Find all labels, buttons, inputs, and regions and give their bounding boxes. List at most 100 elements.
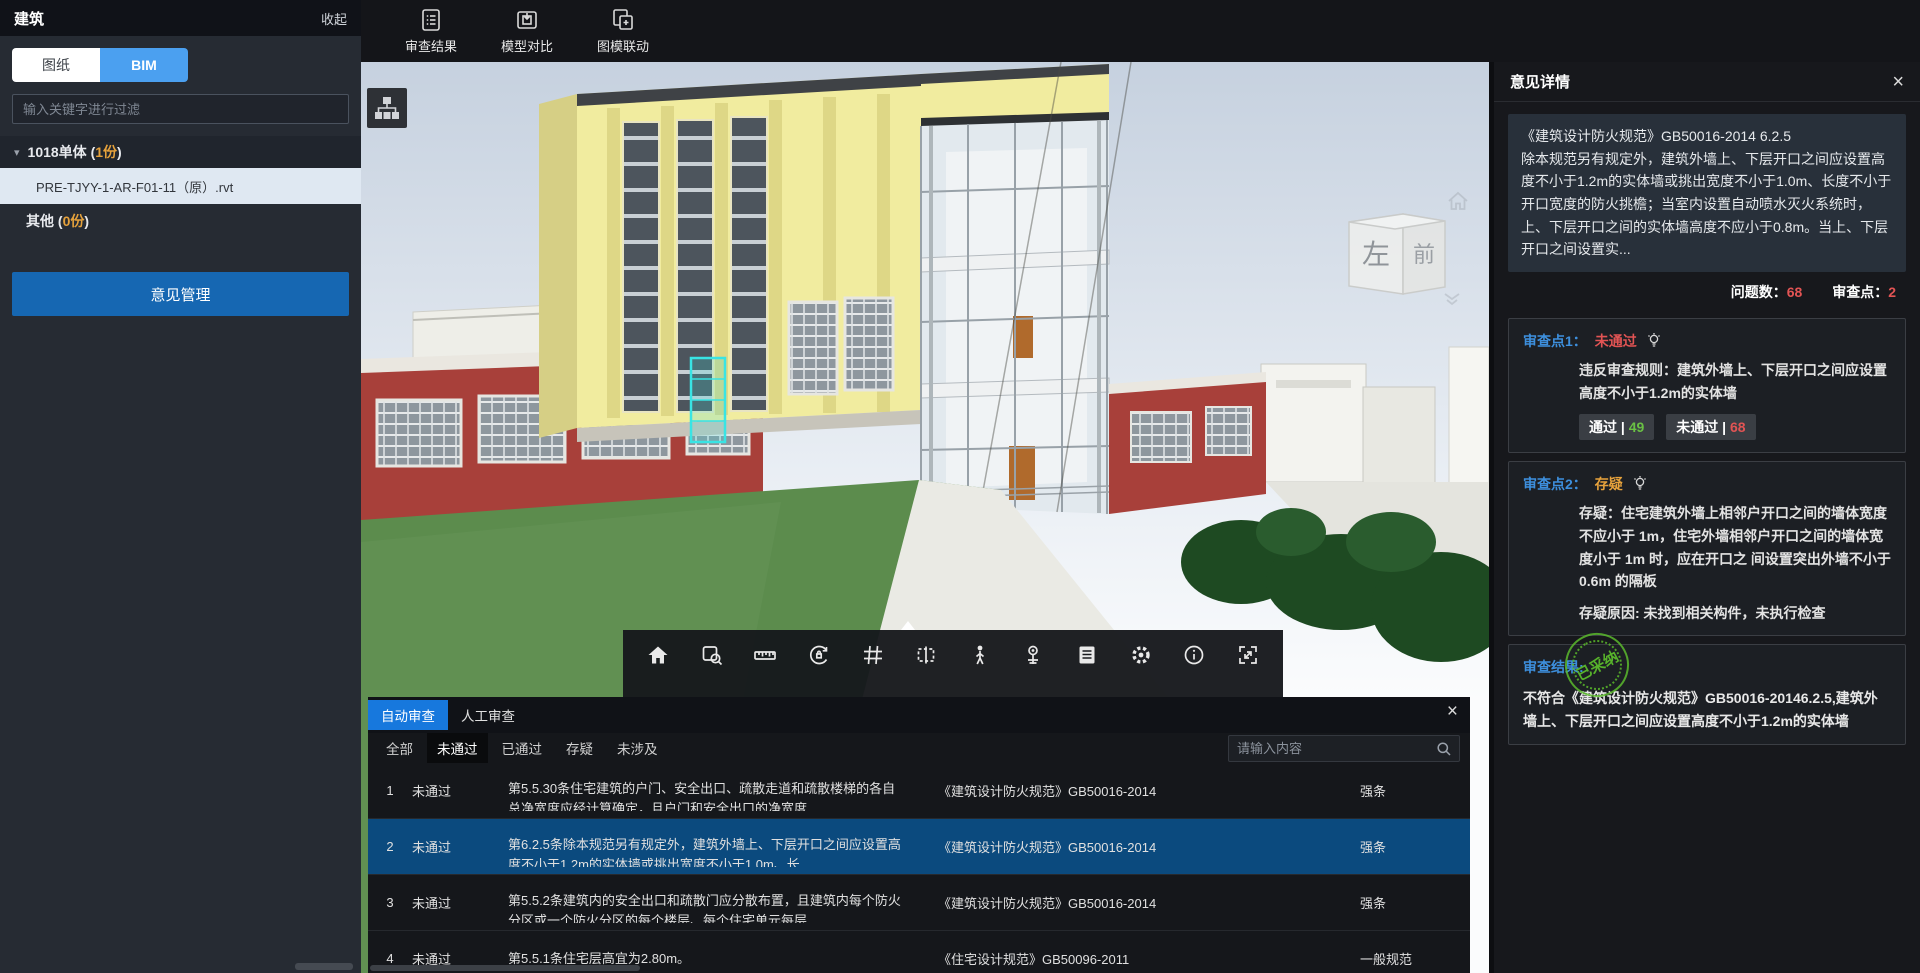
orbit-icon[interactable] [806, 642, 832, 668]
view-cube[interactable]: 左 前 [1341, 188, 1453, 306]
status-filter[interactable]: 未涉及 [607, 733, 668, 763]
review-table: 1 未通过 第5.5.30条住宅建筑的户门、安全出口、疏散走道和疏散楼梯的各自总… [368, 763, 1470, 973]
row-standard: 《建筑设计防火规范》GB50016-2014 [908, 893, 1298, 912]
table-row[interactable]: 1 未通过 第5.5.30条住宅建筑的户门、安全出口、疏散走道和疏散楼梯的各自总… [368, 763, 1470, 819]
home-view-icon[interactable] [1445, 188, 1471, 219]
review-point-1-text: 违反审查规则：建筑外墙上、下层开口之间应设置高度不小于1.2m的实体墙 [1579, 359, 1891, 404]
toolbar-caret-up-icon[interactable] [901, 621, 915, 630]
hierarchy-icon [372, 93, 402, 123]
top-toolbar: 审查结果 模型对比 图模联动 [361, 0, 1920, 62]
close-icon[interactable]: × [1447, 701, 1458, 723]
tree-other-label: 其他 ( [26, 211, 63, 231]
points-count: 2 [1888, 284, 1896, 300]
page-title: 建筑 [14, 8, 44, 29]
search-icon[interactable] [1436, 741, 1452, 757]
model-compare-icon [514, 7, 540, 33]
tree-group-count: 1份 [95, 142, 117, 162]
issue-stats: 问题数：68 审查点：2 [1494, 278, 1920, 310]
list-search-box [1228, 735, 1460, 762]
drawing-model-link-button[interactable]: 图模联动 [575, 7, 671, 55]
review-point-1-label: 审查点1： [1523, 331, 1587, 351]
status-filter-bar: 全部未通过已通过存疑未涉及 [368, 733, 1470, 763]
tab-drawing[interactable]: 图纸 [12, 48, 100, 82]
tab-bim[interactable]: BIM [100, 48, 188, 82]
sidebar-hscrollbar[interactable] [295, 963, 353, 970]
lightbulb-icon[interactable] [1631, 475, 1649, 493]
status-filter[interactable]: 全部 [376, 733, 423, 763]
detail-header: 意见详情 × [1494, 62, 1920, 102]
opinion-manage-button[interactable]: 意见管理 [12, 272, 349, 316]
row-index: 2 [368, 839, 412, 854]
regulation-body: 除本规范另有规定外，建筑外墙上、下层开口之间应设置高度不小于1.2m的实体墙或挑… [1521, 148, 1893, 261]
fail-count-badge[interactable]: 未通过 | 68 [1666, 414, 1755, 440]
row-index: 1 [368, 783, 412, 798]
row-description: 第6.2.5条除本规范另有规定外，建筑外墙上、下层开口之间应设置高度不小于1.2… [508, 827, 908, 867]
row-status: 未通过 [412, 893, 508, 912]
grid-icon[interactable] [860, 642, 886, 668]
row-standard: 《住宅设计规范》GB50096-2011 [908, 949, 1298, 968]
source-tabs: 图纸 BIM [12, 48, 188, 82]
viewpoint-icon[interactable] [1020, 642, 1046, 668]
model-compare-label: 模型对比 [501, 36, 553, 55]
model-structure-tree-button[interactable] [367, 88, 407, 128]
review-point-2-status: 存疑 [1595, 474, 1623, 494]
tree-other-suffix: ) [84, 213, 89, 229]
drawing-model-link-icon [610, 7, 636, 33]
row-severity: 一般规范 [1298, 949, 1470, 968]
row-severity: 强条 [1298, 781, 1470, 800]
list-icon[interactable] [1074, 642, 1100, 668]
row-index: 4 [368, 951, 412, 966]
review-mode-tab[interactable]: 人工审查 [448, 700, 528, 730]
review-mode-tab[interactable]: 自动审查 [368, 700, 448, 730]
table-row[interactable]: 2 未通过 第6.2.5条除本规范另有规定外，建筑外墙上、下层开口之间应设置高度… [368, 819, 1470, 875]
status-filter[interactable]: 存疑 [556, 733, 603, 763]
regulation-title: 《建筑设计防火规范》GB50016-2014 6.2.5 [1521, 125, 1893, 148]
close-icon[interactable]: × [1892, 72, 1904, 92]
chevron-down-icon[interactable] [1439, 290, 1465, 313]
review-result-text: 不符合《建筑设计防火规范》GB50016-20146.2.5,建筑外墙上、下层开… [1523, 687, 1891, 732]
report-icon [418, 7, 444, 33]
points-label: 审查点： [1832, 284, 1888, 300]
tree-item-model-file[interactable]: PRE-TJYY-1-AR-F01-11（原）.rvt [0, 168, 361, 204]
status-filter[interactable]: 已通过 [492, 733, 553, 763]
measure-icon[interactable] [752, 642, 778, 668]
home-icon[interactable] [645, 642, 671, 668]
tree-group-other[interactable]: 其他 ( 0份 ) [0, 204, 361, 238]
settings-icon[interactable] [1128, 642, 1154, 668]
list-search-input[interactable] [1229, 741, 1436, 756]
regulation-box: 《建筑设计防火规范》GB50016-2014 6.2.5 除本规范另有规定外，建… [1508, 114, 1906, 272]
review-point-1-status: 未通过 [1595, 331, 1637, 351]
row-status: 未通过 [412, 837, 508, 856]
status-filter[interactable]: 未通过 [427, 733, 488, 763]
tree-group-1018[interactable]: ▾ 1018单体 ( 1份 ) [0, 136, 361, 168]
filter-keyword-input[interactable] [12, 94, 349, 124]
review-list-panel: 自动审查人工审查 × 全部未通过已通过存疑未涉及 1 未通过 第5.5.30条住… [368, 697, 1470, 973]
table-hscrollbar[interactable] [370, 965, 640, 971]
row-severity: 强条 [1298, 837, 1470, 856]
opinion-detail-panel: 意见详情 × 《建筑设计防火规范》GB50016-2014 6.2.5 除本规范… [1494, 62, 1920, 973]
caret-down-icon: ▾ [14, 146, 20, 159]
review-point-2-label: 审查点2： [1523, 474, 1587, 494]
cube-face-left: 左 [1362, 239, 1390, 270]
model-compare-button[interactable]: 模型对比 [479, 7, 575, 55]
review-result-label: 审查结果 [405, 36, 457, 55]
review-point-2-text: 存疑：住宅建筑外墙上相邻户开口之间的墙体宽度不应小于 1m，住宅外墙相邻户开口之… [1579, 502, 1891, 593]
issues-count: 68 [1787, 284, 1803, 300]
row-standard: 《建筑设计防火规范》GB50016-2014 [908, 781, 1298, 800]
drawing-model-link-label: 图模联动 [597, 36, 649, 55]
lightbulb-icon[interactable] [1645, 332, 1663, 350]
cube-face-front: 前 [1413, 242, 1435, 267]
review-result-label: 审查结果: [1523, 657, 1584, 677]
box-select-icon[interactable] [699, 642, 725, 668]
fullscreen-icon[interactable] [1235, 642, 1261, 668]
section-icon[interactable] [913, 642, 939, 668]
info-icon[interactable] [1181, 642, 1207, 668]
walk-icon[interactable] [967, 642, 993, 668]
pass-count-badge[interactable]: 通过 | 49 [1579, 414, 1654, 440]
table-row[interactable]: 3 未通过 第5.5.2条建筑内的安全出口和疏散门应分散布置，且建筑内每个防火分… [368, 875, 1470, 931]
collapse-button[interactable]: 收起 [321, 9, 347, 28]
review-mode-tabs: 自动审查人工审查 × [368, 697, 1470, 733]
row-standard: 《建筑设计防火规范》GB50016-2014 [908, 837, 1298, 856]
review-result-button[interactable]: 审查结果 [383, 7, 479, 55]
detail-title: 意见详情 [1510, 71, 1570, 92]
